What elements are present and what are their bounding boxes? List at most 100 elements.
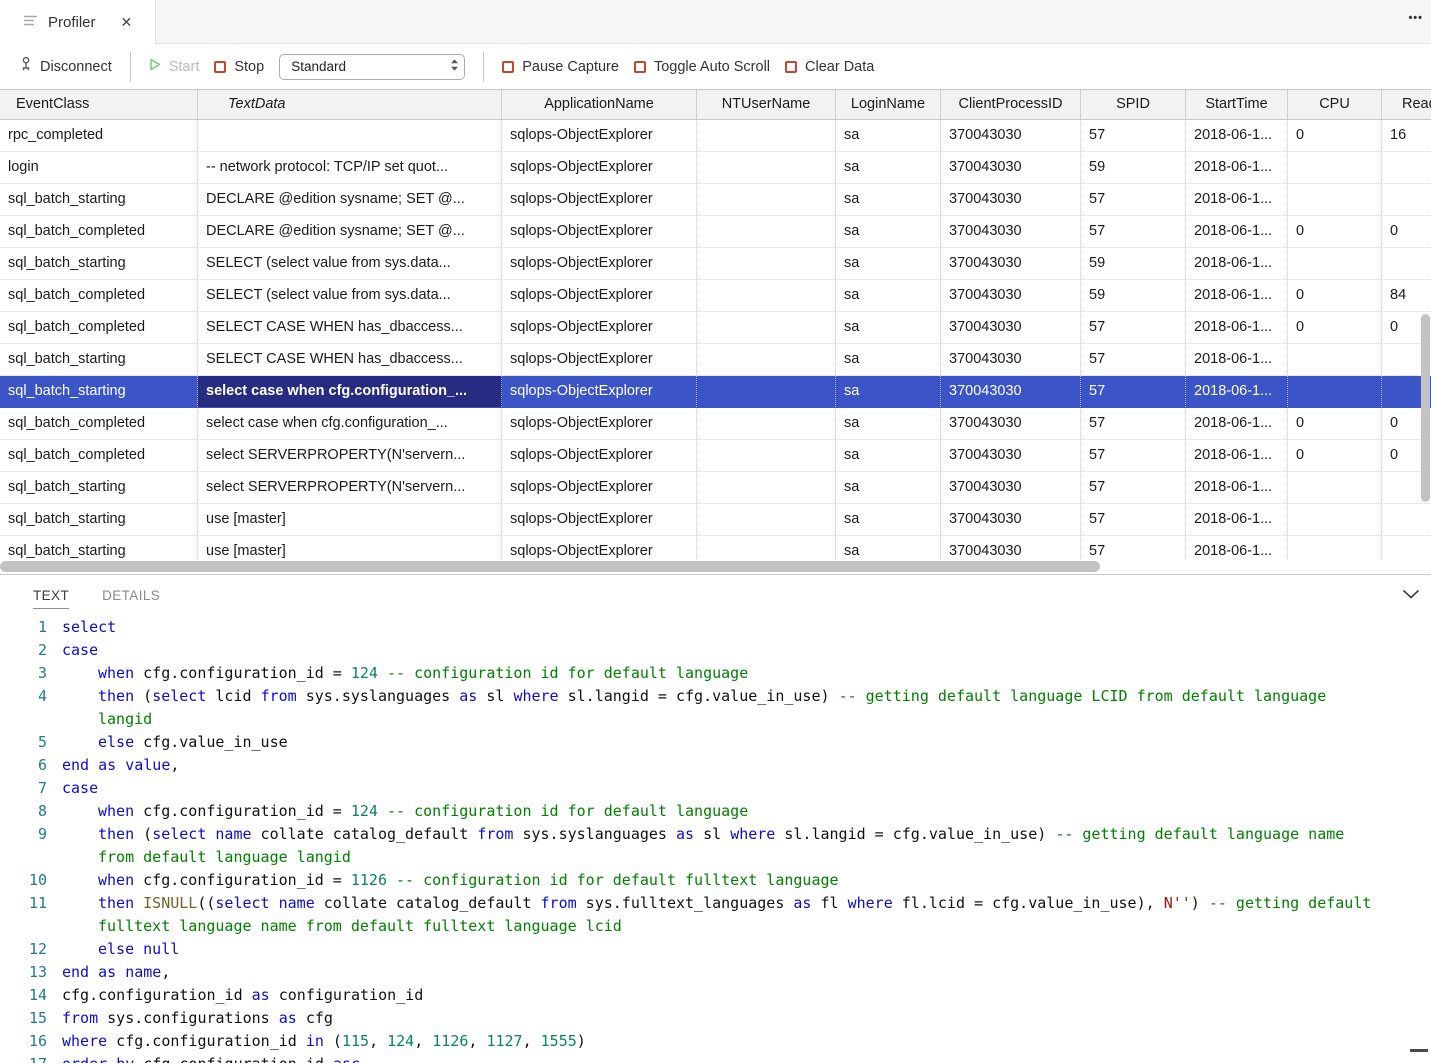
template-select[interactable]: Standard [279,54,465,80]
disconnect-button[interactable]: Disconnect [20,56,112,78]
table-cell[interactable]: sqlops-ObjectExplorer [502,280,697,311]
table-cell[interactable]: sqlops-ObjectExplorer [502,312,697,343]
table-cell[interactable]: sa [836,152,941,183]
table-cell[interactable]: DECLARE @edition sysname; SET @... [198,184,502,215]
table-cell[interactable] [1288,376,1382,407]
table-cell[interactable]: 2018-06-1... [1186,504,1288,535]
table-cell[interactable]: sa [836,440,941,471]
table-cell[interactable]: 57 [1081,216,1186,247]
table-cell[interactable]: 370043030 [941,280,1081,311]
table-cell[interactable]: 57 [1081,184,1186,215]
table-cell[interactable]: sql_batch_starting [0,344,198,375]
table-cell[interactable]: 370043030 [941,504,1081,535]
table-cell[interactable]: 2018-06-1... [1186,120,1288,151]
table-cell[interactable]: 57 [1081,408,1186,439]
table-cell[interactable]: 370043030 [941,216,1081,247]
horizontal-scrollbar-thumb[interactable] [0,561,1100,572]
column-header-applicationname[interactable]: ApplicationName [502,90,697,119]
table-cell[interactable]: 2018-06-1... [1186,536,1288,559]
table-cell[interactable] [1382,152,1431,183]
table-cell[interactable]: 0 [1382,216,1431,247]
table-cell[interactable]: use [master] [198,504,502,535]
table-cell[interactable]: 370043030 [941,248,1081,279]
table-cell[interactable] [1288,504,1382,535]
table-cell[interactable] [697,280,836,311]
table-cell[interactable] [1382,536,1431,559]
table-cell[interactable]: sa [836,280,941,311]
table-row[interactable]: rpc_completedsqlops-ObjectExplorersa3700… [0,120,1431,152]
table-row[interactable]: sql_batch_completedDECLARE @edition sysn… [0,216,1431,248]
table-cell[interactable]: 59 [1081,280,1186,311]
table-cell[interactable]: 370043030 [941,344,1081,375]
table-cell[interactable]: 0 [1288,216,1382,247]
table-cell[interactable]: sqlops-ObjectExplorer [502,536,697,559]
table-cell[interactable]: 2018-06-1... [1186,312,1288,343]
table-cell[interactable] [1288,536,1382,559]
table-cell[interactable]: 370043030 [941,120,1081,151]
table-cell[interactable] [697,440,836,471]
chevron-down-icon[interactable] [1402,587,1420,605]
table-cell[interactable]: sa [836,344,941,375]
table-cell[interactable] [697,344,836,375]
table-cell[interactable] [697,408,836,439]
table-cell[interactable] [1288,248,1382,279]
table-cell[interactable]: SELECT (select value from sys.data... [198,280,502,311]
table-cell[interactable]: 0 [1288,120,1382,151]
table-cell[interactable]: 2018-06-1... [1186,472,1288,503]
column-header-eventclass[interactable]: EventClass [0,90,198,119]
table-cell[interactable]: SELECT CASE WHEN has_dbaccess... [198,344,502,375]
table-cell[interactable]: 57 [1081,312,1186,343]
table-cell[interactable]: sa [836,216,941,247]
horizontal-scrollbar[interactable] [0,559,1431,574]
tab-profiler[interactable]: Profiler ✕ [0,0,156,45]
table-cell[interactable]: sa [836,120,941,151]
table-row[interactable]: sql_batch_completedSELECT (select value … [0,280,1431,312]
table-row[interactable]: sql_batch_startinguse [master]sqlops-Obj… [0,504,1431,536]
table-cell[interactable]: sqlops-ObjectExplorer [502,472,697,503]
column-header-loginname[interactable]: LoginName [836,90,941,119]
table-cell[interactable]: 370043030 [941,184,1081,215]
table-cell[interactable]: 2018-06-1... [1186,408,1288,439]
table-cell[interactable] [1382,504,1431,535]
table-cell[interactable]: 57 [1081,504,1186,535]
column-header-clientprocessid[interactable]: ClientProcessID [941,90,1081,119]
more-actions-icon[interactable]: ••• [1408,12,1423,24]
table-cell[interactable]: sql_batch_completed [0,216,198,247]
table-cell[interactable]: 0 [1288,440,1382,471]
table-cell[interactable]: DECLARE @edition sysname; SET @... [198,216,502,247]
table-row-selected[interactable]: sql_batch_startingselect case when cfg.c… [0,376,1431,408]
pause-capture-button[interactable]: Pause Capture [502,59,619,75]
table-cell[interactable]: select SERVERPROPERTY(N'servern... [198,472,502,503]
table-cell[interactable]: select SERVERPROPERTY(N'servern... [198,440,502,471]
table-cell[interactable]: sqlops-ObjectExplorer [502,152,697,183]
table-cell[interactable]: sa [836,536,941,559]
table-cell[interactable]: sa [836,376,941,407]
table-cell[interactable] [697,536,836,559]
table-cell[interactable]: sql_batch_completed [0,440,198,471]
table-cell[interactable] [1288,472,1382,503]
table-cell[interactable]: 84 [1382,280,1431,311]
table-cell[interactable]: select case when cfg.configuration_... [198,376,502,407]
column-header-reads[interactable]: Reads [1382,90,1431,119]
table-cell[interactable]: sql_batch_starting [0,376,198,407]
table-cell[interactable]: sqlops-ObjectExplorer [502,408,697,439]
table-cell[interactable]: sql_batch_starting [0,184,198,215]
vertical-scrollbar-thumb[interactable] [1421,314,1430,502]
table-cell[interactable]: sa [836,248,941,279]
table-cell[interactable] [697,184,836,215]
table-cell[interactable]: sqlops-ObjectExplorer [502,248,697,279]
clear-data-button[interactable]: Clear Data [785,59,874,75]
table-cell[interactable]: 57 [1081,120,1186,151]
table-cell[interactable]: 2018-06-1... [1186,280,1288,311]
table-cell[interactable]: sa [836,472,941,503]
table-row[interactable]: sql_batch_startingselect SERVERPROPERTY(… [0,472,1431,504]
table-cell[interactable] [198,120,502,151]
table-cell[interactable]: sql_batch_completed [0,408,198,439]
table-cell[interactable]: SELECT CASE WHEN has_dbaccess... [198,312,502,343]
table-row[interactable]: sql_batch_completedSELECT CASE WHEN has_… [0,312,1431,344]
table-cell[interactable]: 2018-06-1... [1186,216,1288,247]
table-cell[interactable]: 370043030 [941,312,1081,343]
column-header-cpu[interactable]: CPU [1288,90,1382,119]
table-cell[interactable] [1382,248,1431,279]
table-cell[interactable]: 370043030 [941,152,1081,183]
